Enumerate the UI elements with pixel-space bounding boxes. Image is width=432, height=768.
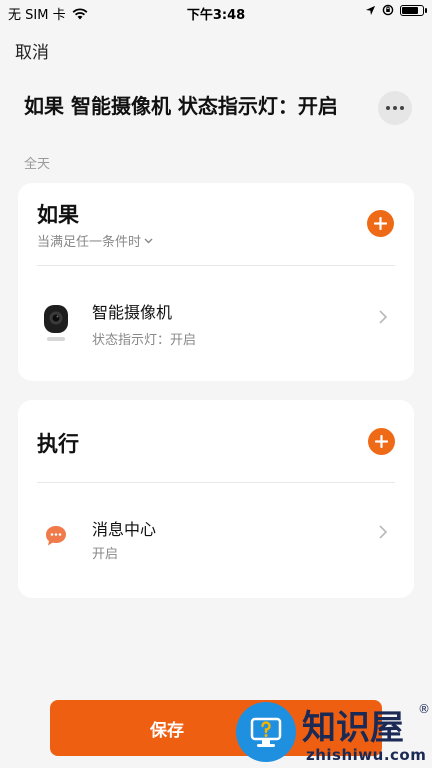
action-item-title: 消息中心 — [92, 520, 157, 539]
save-button-label: 保存 — [150, 720, 184, 741]
action-item-subtitle: 开启 — [92, 547, 119, 562]
monitor-question-icon — [250, 717, 282, 747]
if-conditions-card: 如果 当满足任一条件时 智能摄像机 状态指示灯：开启 — [18, 183, 414, 381]
plus-icon — [375, 435, 388, 448]
more-dots-icon — [386, 106, 404, 110]
condition-item-subtitle: 状态指示灯：开启 — [92, 333, 197, 348]
plus-icon — [374, 217, 387, 230]
divider — [37, 265, 395, 266]
watermark-url: zhishiwu.com — [306, 746, 427, 764]
chevron-right-icon — [379, 525, 388, 539]
registered-mark-icon: ® — [418, 702, 430, 716]
condition-mode-dropdown[interactable]: 当满足任一条件时 — [37, 231, 153, 250]
watermark-name: 知识屋 — [302, 708, 404, 748]
watermark: 知识屋 ® zhishiwu.com — [236, 698, 432, 768]
chevron-right-icon — [379, 310, 388, 324]
condition-mode-label: 当满足任一条件时 — [37, 235, 142, 250]
add-condition-button[interactable] — [367, 210, 394, 237]
cancel-button[interactable]: 取消 — [15, 38, 49, 63]
camera-icon — [44, 305, 68, 341]
more-button[interactable] — [378, 91, 412, 125]
battery-level — [402, 6, 418, 14]
condition-item-title: 智能摄像机 — [92, 303, 173, 322]
status-bar: 无 SIM 卡 下午3:48 — [0, 0, 432, 24]
actions-heading: 执行 — [37, 432, 79, 456]
add-action-button[interactable] — [368, 428, 395, 455]
location-arrow-icon — [365, 5, 376, 15]
divider — [37, 482, 395, 483]
chevron-down-icon — [144, 238, 153, 243]
if-heading: 如果 — [37, 203, 79, 227]
rotation-lock-icon — [382, 4, 394, 16]
battery-icon — [400, 4, 427, 16]
actions-card: 执行 消息中心 开启 — [18, 400, 414, 598]
time-range-label[interactable]: 全天 — [24, 153, 50, 172]
page-title: 如果 智能摄像机 状态指示灯：开启 — [24, 94, 338, 118]
message-bubble-icon — [46, 526, 66, 546]
watermark-logo — [236, 702, 296, 762]
